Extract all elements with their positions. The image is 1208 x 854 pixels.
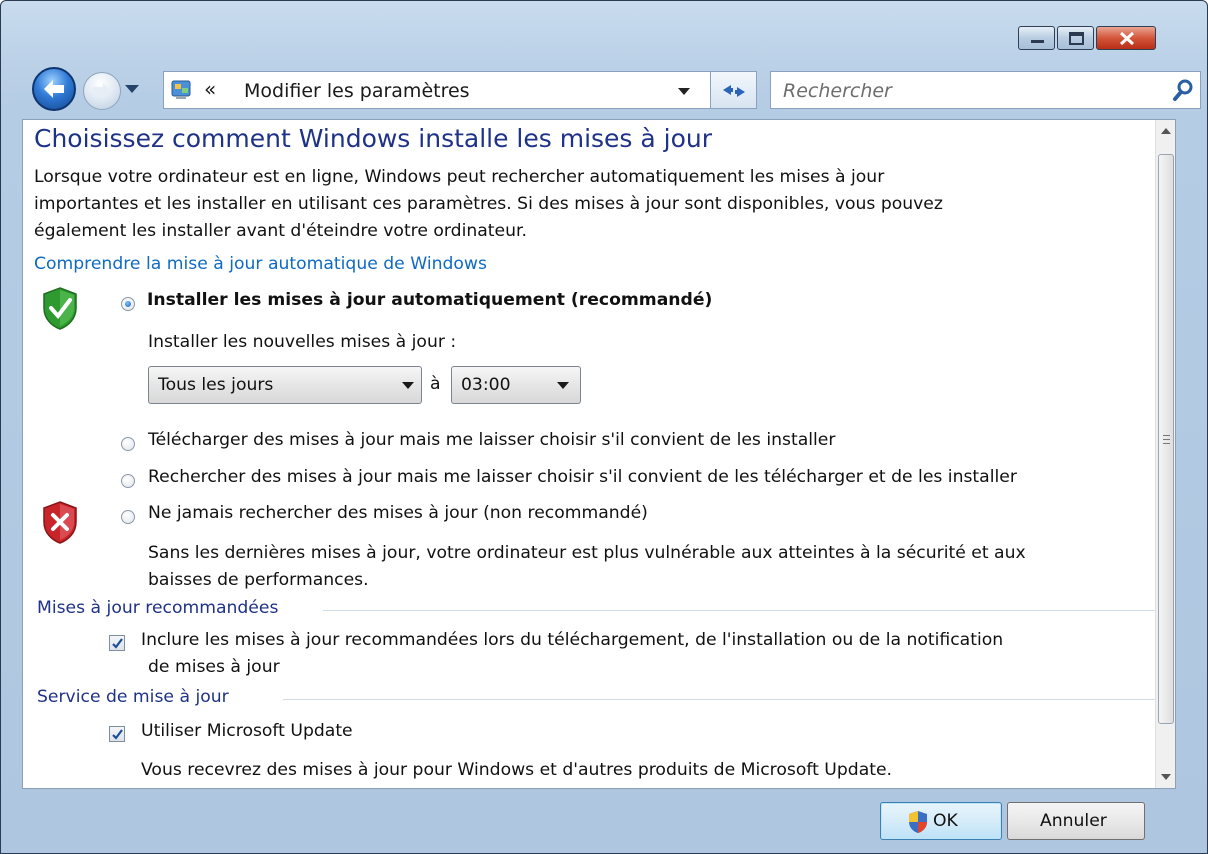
arrow-left-icon bbox=[44, 80, 64, 98]
address-dropdown-icon[interactable] bbox=[678, 88, 690, 95]
at-label: à bbox=[430, 374, 441, 394]
breadcrumb-current[interactable]: Modifier les paramètres bbox=[244, 80, 470, 102]
update-settings-window: « Modifier les paramètres Choisissez com… bbox=[0, 0, 1208, 854]
option-download-only-label[interactable]: Télécharger des mises à jour mais me lai… bbox=[148, 430, 835, 450]
shield-check-icon bbox=[43, 287, 77, 330]
recent-pages-dropdown-icon[interactable] bbox=[125, 85, 139, 93]
cancel-button-label: Annuler bbox=[1040, 811, 1107, 831]
warning-line: Sans les dernières mises à jour, votre o… bbox=[148, 543, 1026, 563]
page-title: Choisissez comment Windows installe les … bbox=[34, 124, 713, 153]
control-panel-icon bbox=[171, 80, 191, 99]
title-bar[interactable] bbox=[1, 1, 1207, 61]
maximize-button[interactable] bbox=[1057, 26, 1094, 50]
microsoft-update-note: Vous recevrez des mises à jour pour Wind… bbox=[141, 760, 893, 780]
ok-button-label: OK bbox=[933, 811, 958, 831]
checkmark-icon bbox=[112, 638, 123, 649]
back-button[interactable] bbox=[32, 67, 76, 111]
day-select-value: Tous les jours bbox=[158, 375, 274, 395]
time-select[interactable]: 03:00 bbox=[451, 366, 581, 404]
scroll-down-button[interactable] bbox=[1156, 766, 1175, 788]
shield-error-icon bbox=[43, 501, 77, 544]
minimize-icon bbox=[1031, 40, 1044, 43]
option-never-check-label[interactable]: Ne jamais rechercher des mises à jour (n… bbox=[148, 503, 648, 523]
radio-download-only[interactable] bbox=[121, 437, 135, 451]
refresh-button[interactable] bbox=[711, 71, 757, 109]
recommended-updates-label[interactable]: de mises à jour bbox=[148, 657, 280, 677]
minimize-button[interactable] bbox=[1018, 26, 1055, 50]
uac-shield-icon bbox=[909, 811, 927, 833]
grip-icon bbox=[1163, 435, 1170, 444]
arrow-right-icon bbox=[93, 83, 111, 99]
service-section-title: Service de mise à jour bbox=[37, 687, 232, 707]
search-input[interactable] bbox=[781, 78, 1145, 104]
breadcrumb-overflow-icon[interactable]: « bbox=[204, 77, 216, 101]
vertical-scrollbar[interactable] bbox=[1155, 120, 1175, 788]
warning-line: baisses de performances. bbox=[148, 570, 369, 590]
schedule-label: Installer les nouvelles mises à jour : bbox=[148, 332, 457, 352]
option-install-automatically-label[interactable]: Installer les mises à jour automatiqueme… bbox=[147, 290, 712, 310]
recommended-section-title: Mises à jour recommandées bbox=[37, 598, 282, 618]
maximize-icon bbox=[1069, 32, 1084, 45]
radio-check-only[interactable] bbox=[121, 474, 135, 488]
scroll-up-button[interactable] bbox=[1156, 120, 1175, 142]
help-link[interactable]: Comprendre la mise à jour automatique de… bbox=[34, 254, 487, 274]
microsoft-update-label[interactable]: Utiliser Microsoft Update bbox=[141, 721, 353, 741]
time-select-value: 03:00 bbox=[461, 375, 511, 395]
microsoft-update-checkbox[interactable] bbox=[109, 726, 125, 742]
option-check-only-label[interactable]: Rechercher des mises à jour mais me lais… bbox=[148, 467, 1017, 487]
close-icon bbox=[1119, 31, 1135, 46]
section-divider bbox=[323, 610, 1159, 611]
ok-button[interactable]: OK bbox=[880, 802, 1002, 840]
radio-install-automatically[interactable] bbox=[121, 297, 135, 311]
radio-never-check[interactable] bbox=[121, 510, 135, 524]
content-pane: Choisissez comment Windows installe les … bbox=[22, 119, 1176, 789]
recommended-updates-checkbox[interactable] bbox=[109, 635, 125, 651]
address-bar[interactable]: « Modifier les paramètres bbox=[163, 71, 711, 109]
intro-text: Lorsque votre ordinateur est en ligne, W… bbox=[34, 164, 1154, 245]
close-button[interactable] bbox=[1096, 26, 1156, 50]
scroll-thumb[interactable] bbox=[1158, 154, 1174, 724]
intro-line: importantes et les installer en utilisan… bbox=[34, 194, 943, 214]
checkmark-icon bbox=[112, 729, 123, 740]
chevron-down-icon bbox=[402, 382, 414, 389]
intro-line: également les installer avant d'éteindre… bbox=[34, 221, 527, 241]
chevron-down-icon bbox=[557, 382, 569, 389]
search-box[interactable] bbox=[770, 71, 1201, 109]
forward-button[interactable] bbox=[83, 72, 121, 110]
recommended-updates-label[interactable]: Inclure les mises à jour recommandées lo… bbox=[141, 630, 1003, 650]
section-divider bbox=[283, 699, 1159, 700]
cancel-button[interactable]: Annuler bbox=[1007, 802, 1145, 840]
day-select[interactable]: Tous les jours bbox=[148, 366, 422, 404]
refresh-icon bbox=[723, 85, 745, 97]
intro-line: Lorsque votre ordinateur est en ligne, W… bbox=[34, 167, 885, 187]
search-icon[interactable] bbox=[1170, 77, 1196, 103]
